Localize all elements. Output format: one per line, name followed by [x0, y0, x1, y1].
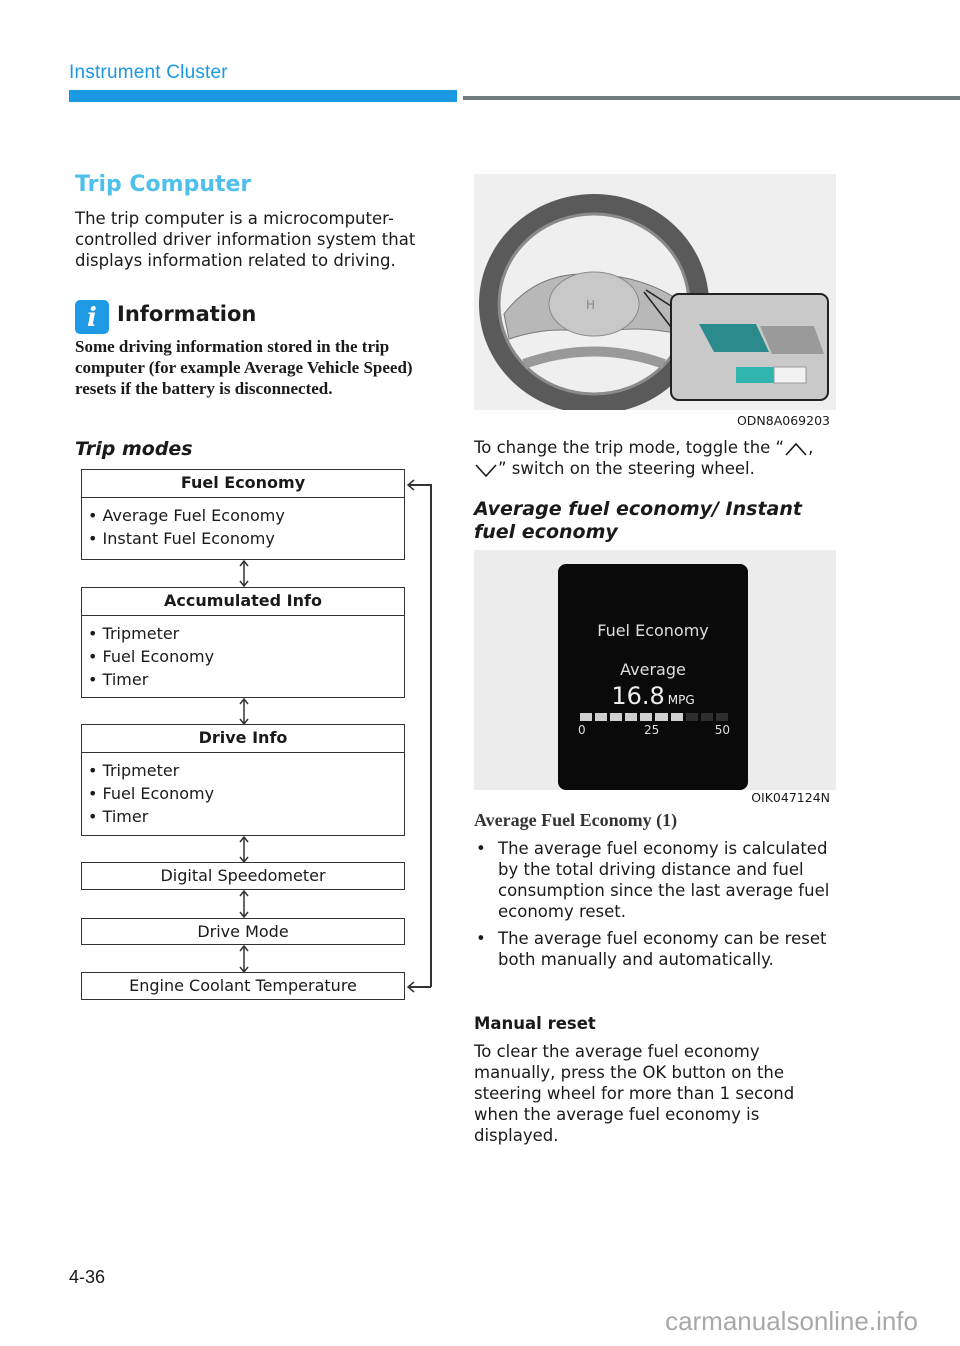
info-icon: i: [75, 300, 109, 334]
bidirectional-arrow-icon: [239, 945, 249, 973]
svg-text:H: H: [586, 298, 595, 312]
mode-item: • Timer: [88, 807, 149, 826]
bidirectional-arrow-icon: [239, 698, 249, 725]
cluster-screen-title: Fuel Economy: [597, 621, 709, 640]
page-number: 4-36: [69, 1267, 106, 1287]
header-accent-bar: [69, 90, 457, 102]
mode-title: Digital Speedometer: [160, 866, 326, 885]
gauge-segment: [700, 713, 713, 721]
avg-fuel-economy-heading: Average Fuel Economy (1): [474, 810, 678, 830]
mode-box-digital-speedometer: Digital Speedometer: [81, 862, 405, 890]
header-rule: [463, 96, 960, 100]
manual-reset-body: To clear the average fuel economy manual…: [474, 1042, 795, 1145]
gauge-tick-max: 50: [714, 723, 730, 737]
mode-item: • Average Fuel Economy: [88, 506, 285, 525]
toggle-instruction: To change the trip mode, toggle the “,” …: [474, 438, 814, 478]
arrow-left-icon: [406, 981, 415, 993]
gauge-segment: [655, 713, 668, 721]
gauge-segment: [595, 713, 608, 721]
bidirectional-arrow-icon: [239, 890, 249, 918]
fuel-economy-gauge: [580, 713, 728, 722]
mode-box-fuel-economy: Fuel Economy • Average Fuel Economy • In…: [81, 469, 405, 560]
steering-wheel-illustration: H: [474, 174, 836, 410]
mode-title: Drive Mode: [197, 922, 289, 941]
cluster-image-caption: OIK047124N: [751, 790, 830, 805]
gauge-segment: [640, 713, 653, 721]
bidirectional-arrow-icon: [239, 560, 249, 587]
info-body: Some driving information stored in the t…: [75, 337, 413, 398]
cluster-display-illustration: Fuel Economy Average 16.8 MPG 0 25 50: [474, 550, 836, 790]
gauge-segment: [580, 713, 593, 721]
steering-wheel-icon: H: [474, 174, 836, 410]
info-title: Information: [117, 302, 257, 326]
mode-title: Fuel Economy: [82, 470, 404, 498]
mode-item: • Tripmeter: [88, 624, 180, 643]
mode-item: • Fuel Economy: [88, 647, 215, 666]
manual-reset-heading: Manual reset: [474, 1014, 596, 1033]
gauge-tick-mid: 25: [644, 723, 660, 737]
wheel-image-caption: ODN8A069203: [736, 413, 830, 428]
chevron-up-icon: [785, 442, 807, 456]
trip-computer-intro: The trip computer is a microcomputer-con…: [75, 209, 416, 270]
mode-item: • Fuel Economy: [88, 784, 215, 803]
mode-box-engine-coolant-temperature: Engine Coolant Temperature: [81, 972, 405, 1000]
mode-title: Drive Info: [82, 725, 404, 753]
gauge-tick-min: 0: [578, 723, 586, 737]
gauge-segment: [625, 713, 638, 721]
mode-box-accumulated-info: Accumulated Info • Tripmeter • Fuel Econ…: [81, 587, 405, 698]
gauge-segment: [670, 713, 683, 721]
mode-item: • Timer: [88, 670, 149, 689]
arrow-left-icon: [406, 479, 415, 491]
mode-item: • Instant Fuel Economy: [88, 529, 275, 548]
cluster-screen: Fuel Economy Average 16.8 MPG 0 25 50: [558, 564, 748, 790]
trip-modes-heading: Trip modes: [75, 438, 193, 460]
gauge-segment: [685, 713, 698, 721]
bidirectional-arrow-icon: [239, 836, 249, 863]
mode-title: Accumulated Info: [82, 588, 404, 616]
mode-box-drive-mode: Drive Mode: [81, 918, 405, 945]
gauge-segment: [610, 713, 623, 721]
mode-title: Engine Coolant Temperature: [129, 976, 357, 995]
trip-computer-heading: Trip Computer: [75, 172, 252, 197]
list-item: • The average fuel economy can be reset …: [476, 929, 827, 969]
loop-connector-line: [430, 484, 432, 987]
mode-box-drive-info: Drive Info • Tripmeter • Fuel Economy • …: [81, 724, 405, 836]
gauge-segment: [715, 713, 728, 721]
cluster-screen-label: Average: [620, 660, 686, 679]
avg-instant-subheading: Average fuel economy/ Instant fuel econo…: [474, 498, 802, 543]
cluster-screen-value: 16.8 MPG: [611, 682, 695, 710]
list-item: • The average fuel economy is calculated…: [476, 839, 830, 921]
watermark: carmanualsonline.info: [665, 1306, 918, 1336]
section-title: Instrument Cluster: [69, 62, 228, 83]
mode-item: • Tripmeter: [88, 761, 180, 780]
chevron-down-icon: [475, 463, 497, 477]
